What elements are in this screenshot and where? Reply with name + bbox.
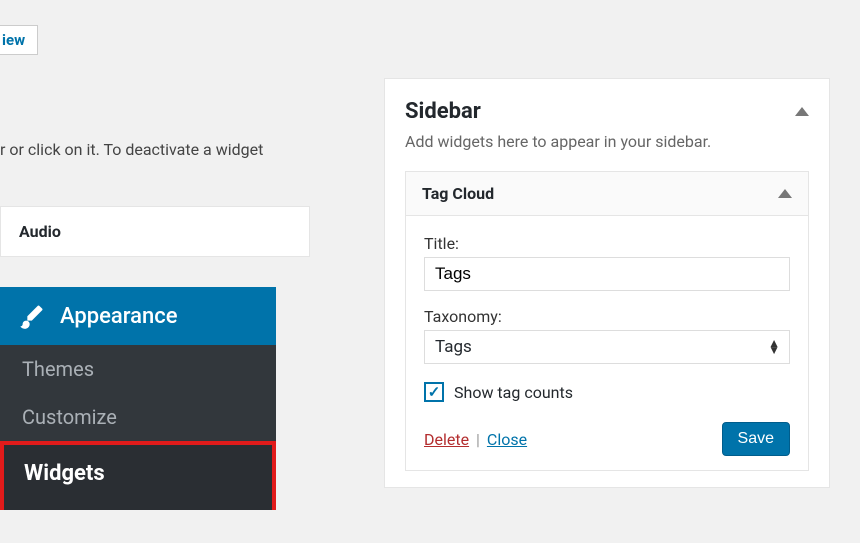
title-input[interactable] [424,257,790,291]
sidebar-description: Add widgets here to appear in your sideb… [405,132,809,151]
taxonomy-select-wrap: Tags ▲▼ [424,330,790,364]
widget-tag-cloud: Tag Cloud Title: Taxonomy: Tags ▲▼ ✓ Sho… [405,171,809,471]
available-widget-audio[interactable]: Audio [0,206,310,257]
left-actions: Delete | Close [424,430,527,449]
instruction-text: r or click on it. To deactivate a widget [0,140,263,159]
submenu-customize[interactable]: Customize [0,393,276,441]
submenu-widgets[interactable]: Widgets [0,441,276,510]
widget-name: Tag Cloud [422,184,494,203]
menu-section-appearance[interactable]: Appearance [0,287,276,345]
separator: | [476,430,480,449]
show-counts-checkbox[interactable]: ✓ [424,382,444,402]
appearance-submenu: Themes Customize Widgets [0,345,276,510]
widget-header[interactable]: Tag Cloud [406,172,808,216]
sidebar-area-panel: Sidebar Add widgets here to appear in yo… [384,78,830,488]
delete-link[interactable]: Delete [424,430,469,449]
widget-body: Title: Taxonomy: Tags ▲▼ ✓ Show tag coun… [406,216,808,470]
admin-menu: Appearance Themes Customize Widgets [0,287,276,510]
widget-actions: Delete | Close Save [424,422,790,456]
sidebar-header[interactable]: Sidebar [405,99,809,124]
collapse-icon [795,107,809,116]
preview-button-fragment[interactable]: iew [0,25,38,55]
show-counts-row[interactable]: ✓ Show tag counts [424,382,790,402]
taxonomy-select[interactable]: Tags [424,330,790,364]
show-counts-label: Show tag counts [454,383,573,402]
brush-icon [18,302,46,330]
taxonomy-label: Taxonomy: [424,307,790,326]
menu-section-label: Appearance [60,304,178,329]
title-label: Title: [424,234,790,253]
submenu-themes[interactable]: Themes [0,345,276,393]
sidebar-title: Sidebar [405,99,481,124]
save-button[interactable]: Save [722,422,790,456]
close-link[interactable]: Close [487,430,527,449]
collapse-icon [778,189,792,198]
